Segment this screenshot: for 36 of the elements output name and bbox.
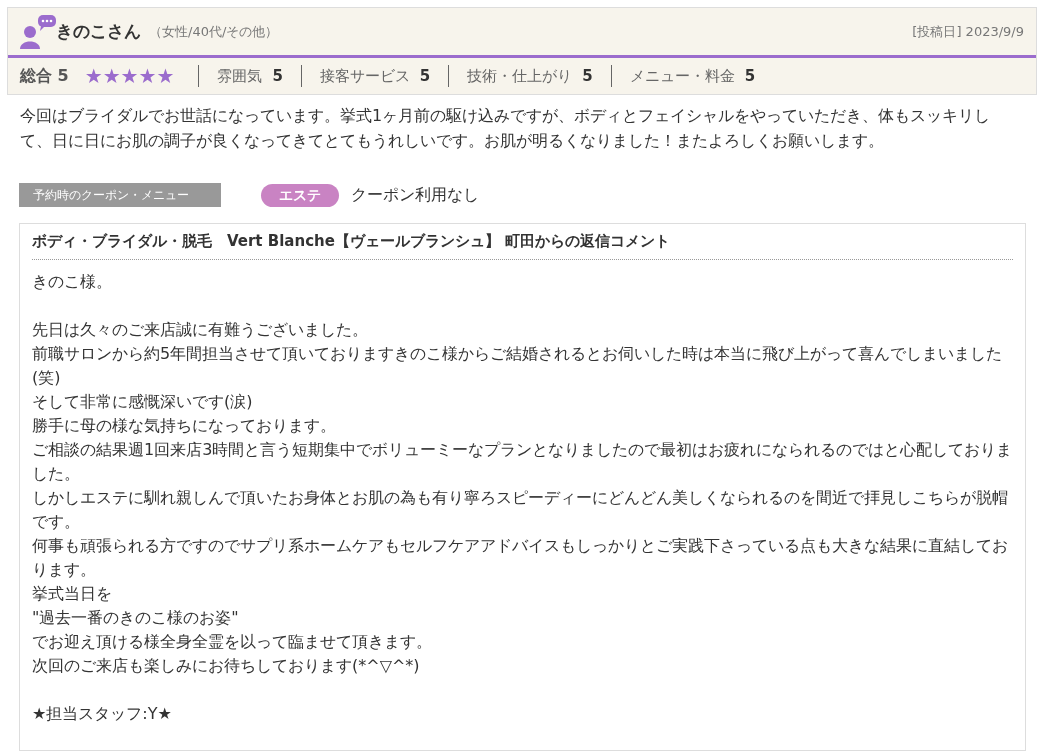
reply-text-line: そして非常に感慨深いです(涙)	[32, 390, 254, 413]
score-value: 5	[272, 66, 283, 85]
reply-text-line: 何事も頑張られる方ですのでサプリ系ホームケアもセルフケアアドバイスもしっかりとご実践下さっている点も大きな結果に直結しております。	[32, 534, 1009, 581]
reply-text-line: しかしエステに馴れ親しんで頂いたお身体とお肌の為も有り寧ろスピーディーにどんどん美しくなられるのを間近で拝見しこちらが脱帽です。	[32, 486, 1009, 533]
reply-text-line: 次回のご来店も楽しみにお待ちしております(*^▽^*)	[32, 654, 421, 677]
reply-text-line: 先日は久々のご来店誠に有難うございました。	[32, 318, 369, 341]
score-label: 雰囲気	[217, 66, 263, 85]
reply-text-line: 前職サロンから約5年間担当させて頂いておりますきのこ様からご結婚されるとお伺いした時は本当に飛び上がって喜んでしまいました(笑)	[32, 342, 1004, 389]
reply-text-line: "過去一番のきのこ様のお姿"	[32, 606, 240, 629]
reply-text-line: 勝手に母の様な気持ちになっております。	[32, 414, 337, 437]
star-icon: ★	[156, 66, 175, 86]
star-icon: ★	[138, 66, 157, 86]
score-value: 5	[419, 66, 431, 85]
score-value: 5	[744, 66, 756, 85]
reply-text-line: ★担当スタッフ:Y★	[32, 702, 173, 725]
reply-text-line: きのこ様。	[32, 270, 113, 293]
score-label: メニュー・料金	[629, 66, 735, 85]
star-icon: ★	[120, 66, 139, 86]
score-label: 技術・仕上がり	[467, 66, 573, 85]
score-value: 5	[582, 66, 593, 85]
user-comment-icon	[20, 14, 56, 49]
reply-text-line: でお迎え頂ける様全身全霊を以って臨ませて頂きます。	[32, 630, 433, 653]
reviewer-profile: （女性/40代/その他）	[149, 22, 279, 41]
overall-score: 総合 5	[20, 65, 69, 87]
reply-text-line: ご相談の結果週1回来店3時間と言う短期集中でボリューミーなプランとなりましたので最初はお疲れになられるのではと心配しておりました。	[32, 438, 1013, 485]
reply-text-line: 挙式当日を	[32, 582, 113, 605]
post-date: [投稿日] 2023/9/9	[912, 22, 1024, 41]
coupon-value: クーポン利用なし	[351, 184, 479, 206]
reviewer-name: きのこさん	[56, 19, 141, 43]
coupon-label: 予約時のクーポン・メニュー	[19, 183, 221, 207]
star-icon: ★	[102, 66, 121, 86]
reply-title: ボディ・ブライダル・脱毛 Vert Blanche【ヴェールブランシュ】 町田からの返信コメント	[32, 230, 1013, 260]
review-text: 今回はブライダルでお世話になっています。挙式1ヶ月前の駆け込みですが、ボディとフェイシャルをやっていただき、体もスッキリして、日に日にお肌の調子が良くなってきてとてもうれしいです。お肌が明るくなりました！またよろしくお願いします。	[19, 105, 992, 152]
score-label: 接客サービス	[319, 66, 410, 85]
category-tag: エステ	[261, 183, 339, 207]
star-icon: ★	[84, 66, 103, 86]
